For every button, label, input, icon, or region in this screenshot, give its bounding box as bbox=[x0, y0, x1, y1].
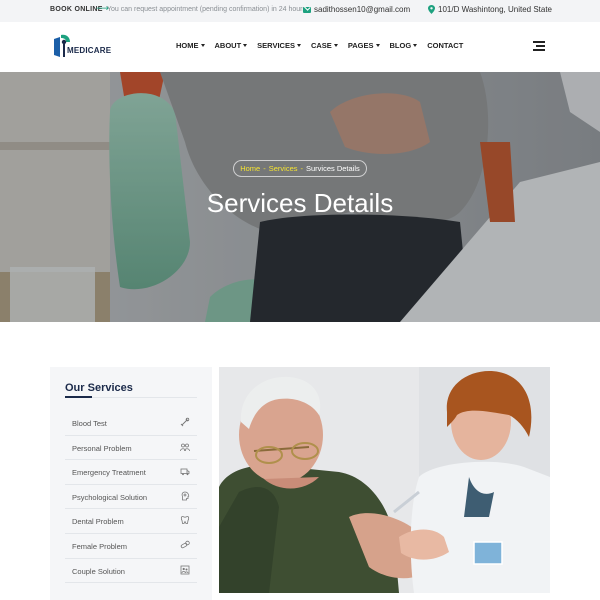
site-logo[interactable]: MEDICARE bbox=[50, 31, 112, 61]
chevron-down-icon bbox=[375, 44, 380, 47]
top-bar: BOOK ONLINE ⟶ You can request appointmen… bbox=[0, 0, 600, 22]
nav-item-case[interactable]: CASE bbox=[311, 41, 338, 50]
nav-item-about[interactable]: ABOUT bbox=[215, 41, 248, 50]
site-header: MEDICARE HOME ABOUT SERVICES CASE PAGES … bbox=[0, 22, 600, 72]
chevron-down-icon bbox=[243, 44, 248, 47]
page-hero-banner: Home - Services - Survices Details Services … bbox=[0, 72, 600, 322]
contact-email-link[interactable]: sadithossen10@gmail.com bbox=[314, 5, 410, 14]
tooth-icon bbox=[180, 516, 190, 525]
sidebar-item-female-problem[interactable]: Female Problem bbox=[65, 534, 197, 559]
services-list: Blood Test Personal Problem Emergency Tr… bbox=[65, 411, 197, 584]
page-title: Services Details bbox=[206, 188, 394, 218]
sidebar-item-label: Psychological Solution bbox=[72, 492, 148, 502]
breadcrumb-home-link[interactable]: Home bbox=[240, 164, 260, 173]
sidebar-item-label: Blood Test bbox=[72, 419, 107, 428]
sidebar-item-label: Female Problem bbox=[72, 541, 128, 551]
contact-address: 101/D Washintong, United State bbox=[438, 5, 552, 14]
pills-icon bbox=[180, 540, 190, 549]
nav-item-services[interactable]: SERVICES bbox=[257, 41, 301, 50]
main-nav: HOME ABOUT SERVICES CASE PAGES BLOG CONT… bbox=[176, 41, 473, 50]
sidebar-item-label: Emergency Treatment bbox=[72, 468, 146, 478]
chevron-down-icon bbox=[413, 44, 418, 47]
sidebar-item-label: Dental Problem bbox=[72, 517, 124, 527]
sidebar-item-couple-solution[interactable]: Couple Solution bbox=[65, 559, 197, 584]
ambulance-icon bbox=[180, 468, 190, 476]
people-icon bbox=[180, 443, 190, 451]
logo-text: MEDICARE bbox=[67, 46, 112, 55]
sidebar-item-psychological-solution[interactable]: Psychological Solution bbox=[65, 485, 197, 510]
map-pin-icon bbox=[428, 5, 435, 14]
chevron-down-icon bbox=[333, 44, 338, 47]
sidebar-item-dental-problem[interactable]: Dental Problem bbox=[65, 509, 197, 534]
services-sidebar: Our Services Blood Test Personal Problem… bbox=[50, 367, 212, 600]
book-online-label[interactable]: BOOK ONLINE bbox=[50, 6, 103, 13]
hamburger-menu-icon[interactable] bbox=[533, 41, 545, 51]
nav-item-contact[interactable]: CONTACT bbox=[427, 41, 463, 50]
sidebar-item-label: Personal Problem bbox=[72, 443, 132, 453]
nav-item-pages[interactable]: PAGES bbox=[348, 41, 380, 50]
title-underline bbox=[65, 396, 92, 398]
doctor-vaccinating-patient-photo bbox=[219, 367, 550, 593]
sidebar-item-label: Couple Solution bbox=[72, 566, 125, 576]
envelope-icon bbox=[303, 7, 311, 13]
appointment-notice: You can request appointment (pending con… bbox=[107, 6, 306, 13]
nav-item-home[interactable]: HOME bbox=[176, 41, 205, 50]
sidebar-item-blood-test[interactable]: Blood Test bbox=[65, 411, 197, 436]
breadcrumb-services-link[interactable]: Services bbox=[269, 164, 298, 173]
sidebar-item-personal-problem[interactable]: Personal Problem bbox=[65, 436, 197, 461]
couple-icon bbox=[180, 565, 190, 574]
chevron-down-icon bbox=[296, 44, 301, 47]
blood-test-icon bbox=[180, 417, 190, 427]
chevron-down-icon bbox=[200, 44, 205, 47]
sidebar-title: Our Services bbox=[65, 382, 133, 394]
sidebar-item-emergency-treatment[interactable]: Emergency Treatment bbox=[65, 460, 197, 485]
nav-item-blog[interactable]: BLOG bbox=[390, 41, 418, 50]
breadcrumb: Home - Services - Survices Details bbox=[233, 160, 367, 177]
head-icon bbox=[181, 491, 190, 501]
service-detail-image bbox=[219, 367, 550, 593]
breadcrumb-current: Survices Details bbox=[306, 164, 360, 173]
